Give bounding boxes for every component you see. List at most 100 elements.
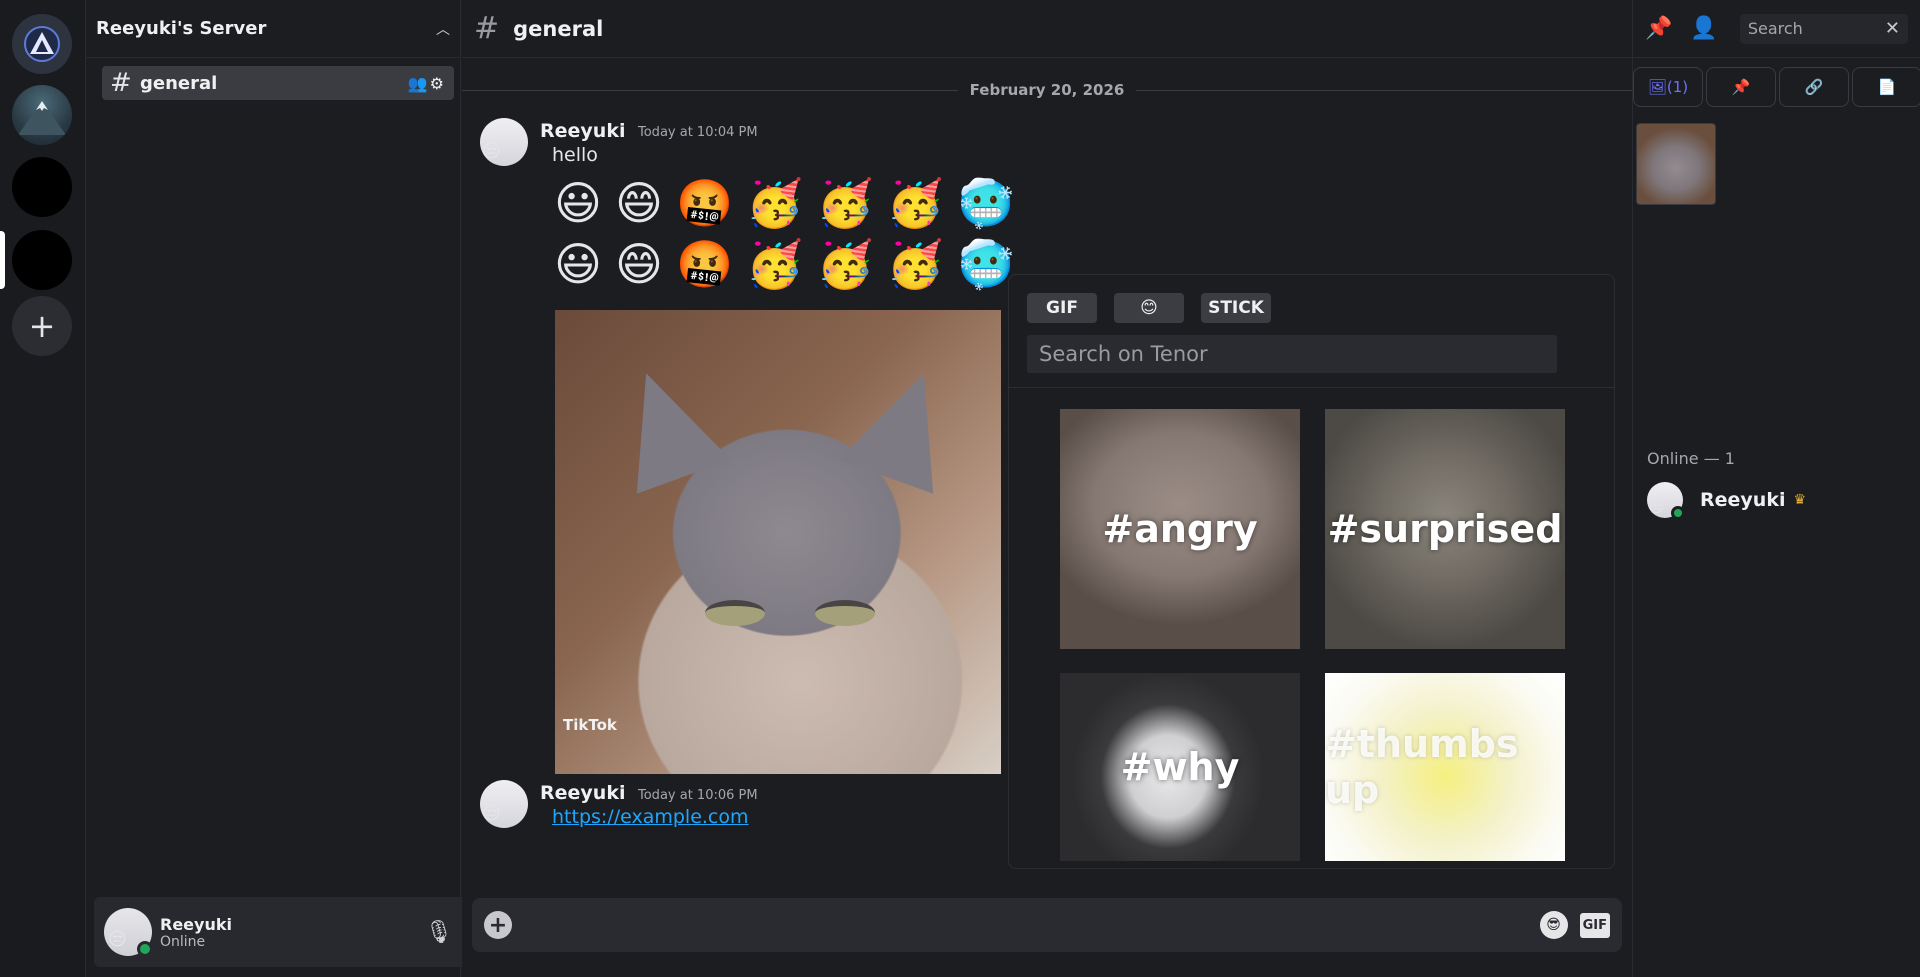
channel-sidebar: Reeyuki's Server ︿ # general 👥⚙ 😒 Reeyuk…	[86, 0, 538, 977]
tab-pins[interactable]: 📌	[1706, 67, 1776, 107]
user-name: Reeyuki	[160, 914, 232, 934]
cold-face-emoji: 🥶	[957, 237, 1015, 291]
file-icon: 📄	[1877, 78, 1897, 96]
tab-links[interactable]: 🔗	[1779, 67, 1849, 107]
message-timestamp: Today at 10:06 PM	[638, 788, 758, 803]
message-author[interactable]: Reeyuki	[540, 782, 625, 804]
partying-face-emoji: 🥳	[816, 176, 874, 230]
tenor-search-input[interactable]: Search on Tenor	[1027, 335, 1557, 373]
smiling-face-emoji: 😄	[614, 237, 663, 291]
user-profile-icon[interactable]: 👤	[1690, 16, 1717, 41]
message-avatar[interactable]: 😒	[480, 118, 528, 166]
microphone-icon[interactable]: 🎙	[425, 920, 453, 945]
server-rail: +	[0, 0, 86, 977]
user-status: Online	[160, 933, 206, 950]
gif-button[interactable]: GIF	[1579, 912, 1610, 938]
plus-icon: +	[28, 307, 56, 345]
media-tabs: 🖼 (1) 📌 🔗 📄	[1633, 67, 1920, 107]
gif-picker: GIF 😊 STICK Search on Tenor #angry #surp…	[1008, 274, 1615, 869]
channel-item-general[interactable]: # general 👥⚙	[102, 66, 454, 100]
server-header[interactable]: Reeyuki's Server ︿	[86, 0, 460, 58]
attachment-cat-gif[interactable]: TikTok	[555, 310, 1001, 774]
gif-tile-angry[interactable]: #angry	[1060, 409, 1300, 649]
right-topbar: 📌 👤 Search ✕	[1633, 0, 1920, 58]
add-server-button[interactable]: +	[12, 296, 72, 356]
partying-face-emoji: 🥳	[816, 237, 874, 291]
tab-emoji[interactable]: 😊	[1114, 293, 1184, 323]
emoji-row: 😃 😄 🤬 🥳 🥳 🥳 🥶	[554, 238, 1014, 290]
pin-icon: 📌	[1731, 78, 1751, 96]
add-member-icon[interactable]: 👥	[408, 74, 430, 93]
right-panel: 📌 👤 Search ✕ 🖼 (1) 📌 🔗 📄 Online — 1 😒 Ree…	[1632, 0, 1920, 977]
chevron-up-icon[interactable]: ︿	[436, 19, 450, 39]
server-icon-black-1[interactable]	[12, 157, 72, 217]
app-logo-icon	[24, 26, 60, 62]
partying-face-emoji: 🥳	[746, 237, 804, 291]
hash-icon: #	[110, 68, 132, 98]
server-icon-black-2[interactable]	[12, 230, 72, 290]
home-server-button[interactable]	[12, 14, 72, 74]
online-members-header: Online — 1	[1647, 449, 1735, 468]
sticker-icon[interactable]: 😎	[1539, 911, 1568, 939]
pin-icon[interactable]: 📌	[1645, 16, 1672, 41]
message-text: hello	[552, 144, 598, 166]
date-separator-text: February 20, 2026	[969, 81, 1125, 99]
chat-main: # general February 20, 2026 😒 Reeyuki To…	[462, 0, 1632, 977]
media-thumbnail[interactable]	[1636, 123, 1716, 205]
emoji-row: 😃 😄 🤬 🥳 🥳 🥳 🥶	[554, 177, 1014, 229]
avatar: 😒	[1647, 482, 1685, 520]
partying-face-emoji: 🥳	[886, 237, 945, 291]
tab-sticker[interactable]: STICK	[1201, 293, 1271, 323]
member-name: Reeyuki	[1700, 489, 1786, 511]
search-box[interactable]: Search ✕	[1739, 13, 1908, 44]
hash-icon: #	[474, 11, 500, 46]
channel-title: general	[513, 16, 604, 41]
tiktok-watermark: TikTok	[563, 716, 617, 734]
images-icon: 🖼	[1647, 78, 1667, 96]
cold-face-emoji: 🥶	[957, 176, 1015, 230]
close-icon[interactable]: ✕	[1885, 18, 1900, 39]
tab-gif[interactable]: GIF	[1027, 293, 1097, 323]
message-link[interactable]: https://example.com	[552, 806, 749, 828]
online-status-dot	[137, 941, 153, 957]
tab-media[interactable]: 🖼 (1)	[1633, 67, 1703, 107]
gif-tile-label: #thumbs up	[1325, 722, 1519, 812]
media-count: (1)	[1666, 78, 1689, 96]
gif-tile-label: #angry	[1102, 507, 1258, 551]
date-separator: February 20, 2026	[462, 81, 1632, 99]
message-author[interactable]: Reeyuki	[540, 120, 625, 142]
partying-face-emoji: 🥳	[886, 176, 945, 230]
avatar[interactable]: 😒	[104, 908, 153, 957]
picker-tabs: GIF 😊 STICK	[1027, 293, 1271, 323]
crown-icon: ♛	[1793, 492, 1807, 508]
gif-tile-surprised[interactable]: #surprised	[1325, 409, 1565, 649]
message-avatar[interactable]: 😒	[480, 780, 528, 828]
link-icon: 🔗	[1804, 78, 1824, 96]
selected-server-indicator	[0, 231, 5, 289]
tab-files[interactable]: 📄	[1852, 67, 1920, 107]
gif-tile-why[interactable]: #why	[1060, 673, 1300, 861]
server-name: Reeyuki's Server	[96, 18, 267, 39]
message-composer[interactable]: + 😎 GIF	[472, 898, 1622, 952]
picker-divider	[1009, 387, 1614, 388]
gear-icon[interactable]: ⚙	[430, 74, 446, 93]
smiling-face-emoji: 😄	[614, 176, 663, 230]
online-status-dot	[1671, 506, 1685, 520]
add-attachment-icon[interactable]: +	[484, 911, 512, 939]
app: + Reeyuki's Server ︿ # general 👥⚙ 😒 Reey…	[0, 0, 1920, 977]
gif-tile-label: #surprised	[1327, 507, 1563, 551]
grinning-face-emoji: 😃	[554, 237, 602, 291]
channel-name: general	[140, 72, 218, 94]
message-timestamp: Today at 10:04 PM	[638, 125, 758, 140]
search-placeholder: Search	[1747, 19, 1803, 38]
cursing-face-emoji: 🤬	[675, 176, 734, 230]
mountain-icon	[18, 101, 66, 135]
member-item[interactable]: 😒 Reeyuki ♛	[1647, 482, 1807, 520]
grinning-face-emoji: 😃	[554, 176, 602, 230]
gif-tile-thumbs-up[interactable]: #thumbs up	[1325, 673, 1565, 861]
cursing-face-emoji: 🤬	[675, 237, 734, 291]
server-icon-mountain[interactable]	[12, 85, 72, 145]
channel-topbar: # general	[462, 0, 1632, 58]
gif-tile-label: #why	[1120, 745, 1240, 789]
partying-face-emoji: 🥳	[746, 176, 804, 230]
